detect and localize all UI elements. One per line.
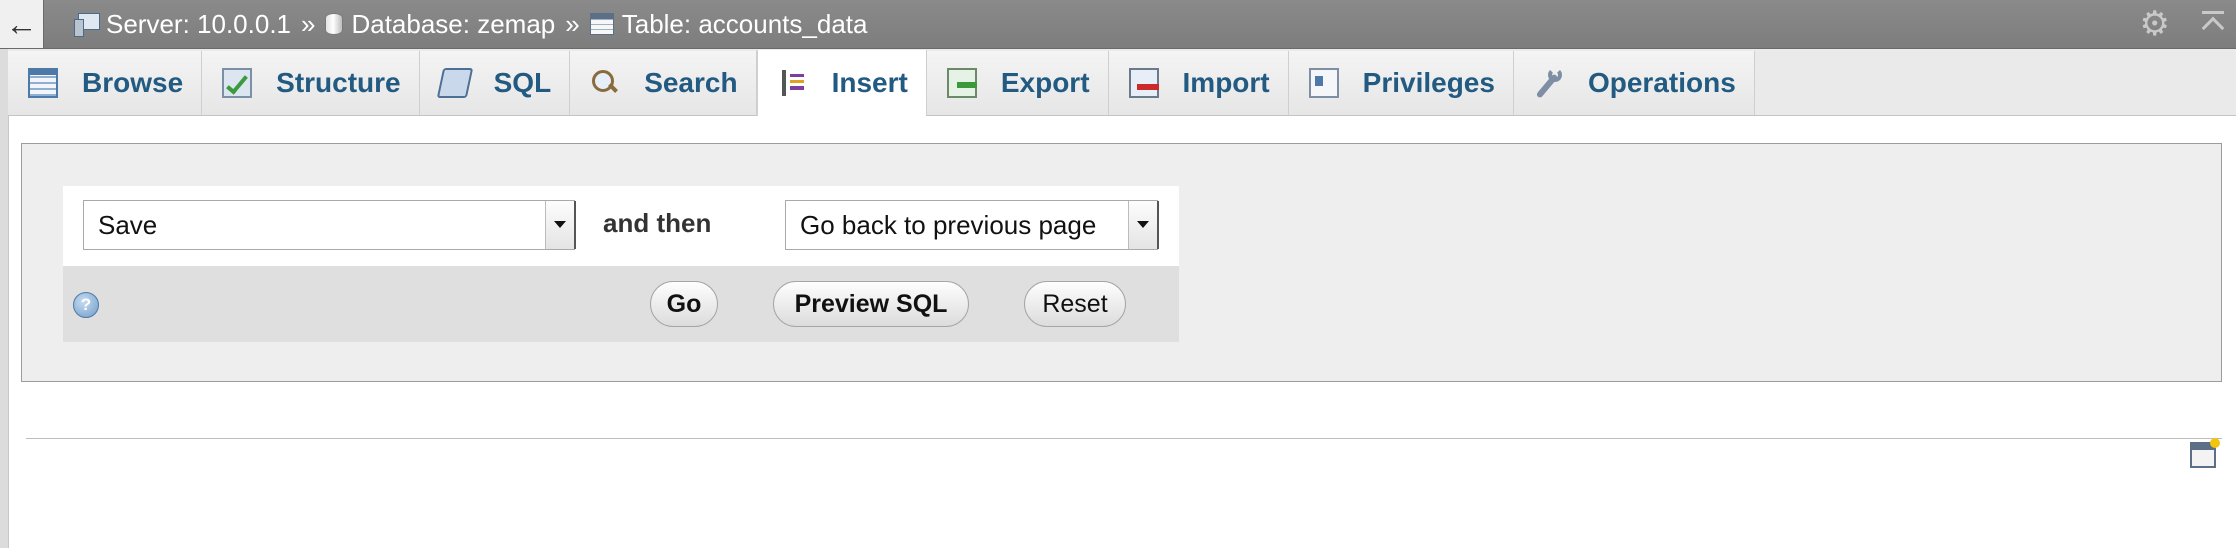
tab-label: Import — [1182, 67, 1270, 98]
go-button[interactable]: Go — [650, 281, 718, 327]
breadcrumb-database[interactable]: Database: zemap — [325, 9, 555, 40]
tab-structure[interactable]: Structure — [202, 51, 420, 115]
privileges-icon — [1308, 68, 1339, 98]
dropdown-arrow-icon — [1128, 201, 1157, 249]
tab-label: Privileges — [1362, 67, 1495, 98]
server-icon — [74, 13, 100, 37]
search-icon — [590, 68, 620, 98]
after-insert-select-value: Go back to previous page — [800, 209, 1097, 240]
tab-privileges[interactable]: Privileges — [1288, 51, 1514, 115]
buttons-row: ? Go Preview SQL Reset — [63, 266, 1179, 342]
action-select[interactable]: Save — [83, 200, 575, 250]
dropdown-arrow-icon — [545, 201, 574, 249]
top-right-controls: ⚙ — [2140, 0, 2236, 48]
back-arrow-button[interactable]: ← — [0, 0, 44, 48]
breadcrumb-bar: ← Server: 10.0.0.1 » Database: zemap » T… — [0, 0, 2236, 49]
gear-icon[interactable]: ⚙ — [2140, 4, 2170, 44]
tab-search[interactable]: Search — [570, 51, 757, 115]
and-then-label: and then — [603, 208, 712, 238]
breadcrumb-separator: » — [565, 8, 580, 39]
breadcrumb-server-label: Server: 10.0.0.1 — [106, 8, 291, 39]
tab-label: Operations — [1587, 67, 1736, 98]
insert-actions-table: Save and then Go back to previous page ?… — [63, 186, 1179, 342]
tab-insert[interactable]: Insert — [756, 50, 927, 116]
tab-label: SQL — [493, 67, 552, 98]
tab-browse[interactable]: Browse — [8, 51, 203, 115]
database-icon — [325, 13, 344, 35]
action-select-value: Save — [98, 209, 158, 240]
tab-label: Insert — [831, 67, 908, 98]
help-icon[interactable]: ? — [73, 292, 99, 318]
tab-label: Structure — [276, 67, 401, 98]
breadcrumb-separator: » — [301, 8, 316, 39]
tab-label: Browse — [82, 67, 184, 98]
breadcrumb: Server: 10.0.0.1 » Database: zemap » Tab… — [74, 9, 867, 40]
divider — [26, 438, 2222, 439]
structure-icon — [222, 68, 253, 98]
breadcrumb-database-label: Database: zemap — [351, 8, 556, 39]
preview-sql-button[interactable]: Preview SQL — [773, 281, 969, 327]
breadcrumb-server[interactable]: Server: 10.0.0.1 — [74, 9, 291, 40]
table-tabs: Browse Structure SQL Search Insert Expor… — [8, 49, 2236, 116]
tab-import[interactable]: Import — [1108, 51, 1289, 115]
actions-row: Save and then Go back to previous page — [63, 186, 1179, 266]
operations-icon — [1534, 68, 1564, 98]
export-icon — [946, 68, 977, 98]
new-window-icon[interactable] — [2190, 438, 2220, 468]
browse-icon — [28, 68, 58, 98]
import-icon — [1128, 68, 1159, 98]
sql-icon — [436, 68, 473, 98]
tab-operations[interactable]: Operations — [1513, 51, 1755, 115]
after-insert-select[interactable]: Go back to previous page — [785, 200, 1158, 250]
insert-form-panel: Save and then Go back to previous page ?… — [21, 143, 2222, 382]
collapse-top-icon[interactable] — [2200, 9, 2226, 39]
tab-label: Export — [1000, 67, 1090, 98]
table-icon — [589, 13, 614, 35]
breadcrumb-table[interactable]: Table: accounts_data — [589, 8, 868, 40]
reset-button[interactable]: Reset — [1024, 281, 1126, 327]
tab-label: Search — [644, 67, 738, 98]
insert-icon — [778, 68, 808, 98]
breadcrumb-table-label: Table: accounts_data — [621, 8, 868, 39]
tab-export[interactable]: Export — [926, 51, 1109, 115]
tab-sql[interactable]: SQL — [419, 51, 571, 115]
